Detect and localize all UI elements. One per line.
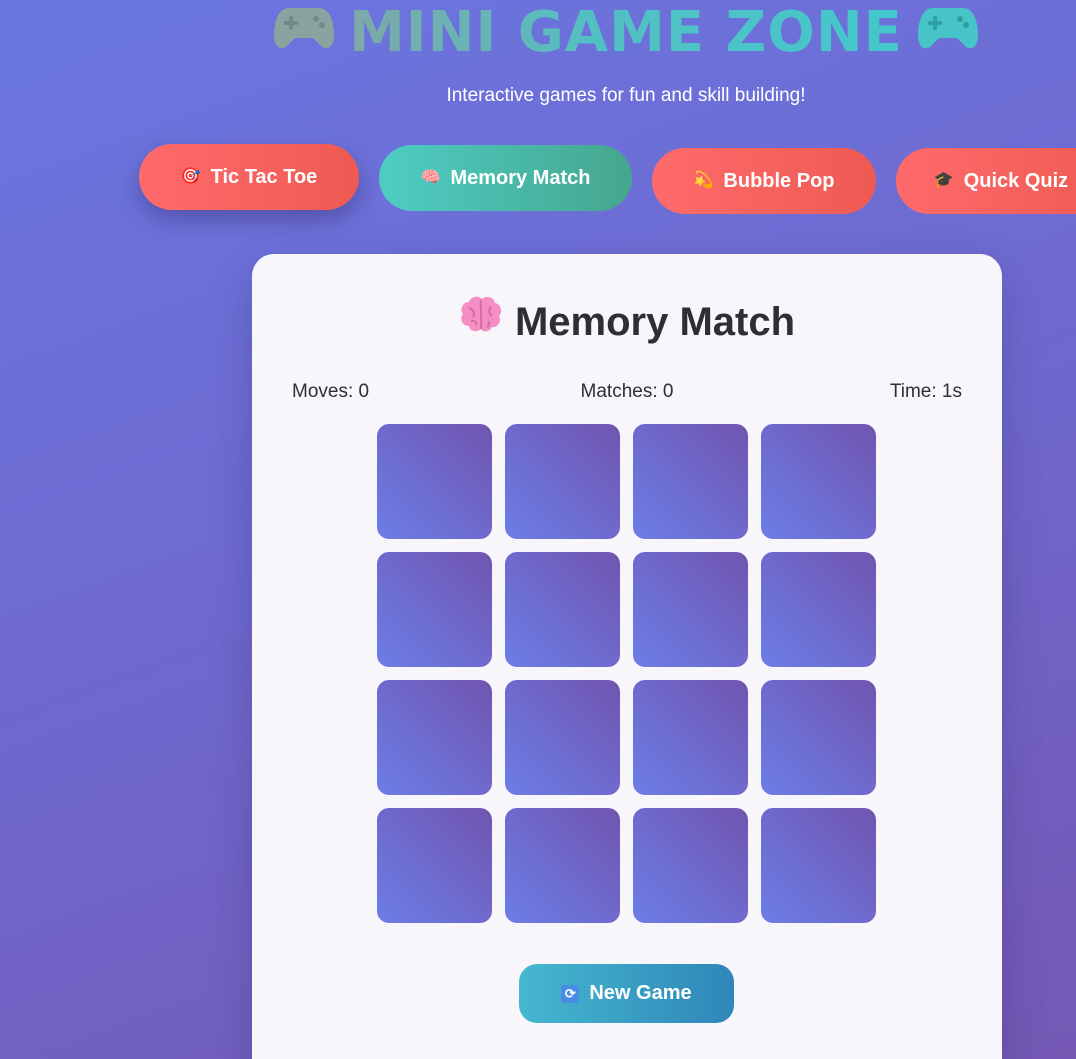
memory-card[interactable] <box>505 680 620 795</box>
tab-bubble-pop[interactable]: 💫 Bubble Pop <box>652 148 876 214</box>
memory-card[interactable] <box>633 808 748 923</box>
game-panel: Memory Match Moves: 0 Matches: 0 Time: 1… <box>252 254 1002 1059</box>
refresh-icon: ⟳ <box>561 984 580 1003</box>
memory-card[interactable] <box>633 552 748 667</box>
time-counter: Time: 1s <box>889 381 962 402</box>
memory-card[interactable] <box>761 808 876 923</box>
tab-label: Quick Quiz <box>963 169 1069 192</box>
title-text: MINI GAME ZONE <box>349 0 903 65</box>
memory-card[interactable] <box>377 424 492 539</box>
graduation-cap-icon: 🎓 <box>933 172 954 189</box>
new-game-button[interactable]: ⟳ New Game <box>519 964 734 1023</box>
brain-icon: 🧠 <box>420 169 441 186</box>
memory-card[interactable] <box>505 424 620 539</box>
memory-card[interactable] <box>377 680 492 795</box>
tab-memory-match[interactable]: 🧠 Memory Match <box>379 145 632 211</box>
game-title-text: Memory Match <box>514 300 796 344</box>
tab-label: Memory Match <box>450 166 591 189</box>
memory-card[interactable] <box>633 680 748 795</box>
new-game-label: New Game <box>589 982 692 1004</box>
tab-label: Tic Tac Toe <box>210 165 318 188</box>
gamepad-icon <box>917 0 979 69</box>
memory-board <box>377 424 876 923</box>
memory-card[interactable] <box>761 552 876 667</box>
dizzy-star-icon: 💫 <box>693 172 714 189</box>
tab-quick-quiz[interactable]: 🎓 Quick Quiz <box>896 148 1076 214</box>
page-title: MINI GAME ZONE <box>0 0 1076 71</box>
memory-card[interactable] <box>505 808 620 923</box>
memory-card[interactable] <box>633 424 748 539</box>
page-subtitle: Interactive games for fun and skill buil… <box>446 85 806 106</box>
brain-icon <box>459 293 503 349</box>
memory-card[interactable] <box>761 424 876 539</box>
memory-card[interactable] <box>377 552 492 667</box>
memory-card[interactable] <box>761 680 876 795</box>
tab-tic-tac-toe[interactable]: 🎯 Tic Tac Toe <box>139 144 359 210</box>
tab-label: Bubble Pop <box>723 169 835 192</box>
memory-card[interactable] <box>377 808 492 923</box>
game-title: Memory Match <box>252 294 1002 352</box>
gamepad-icon <box>273 0 335 69</box>
memory-card[interactable] <box>505 552 620 667</box>
target-icon: 🎯 <box>180 168 201 185</box>
